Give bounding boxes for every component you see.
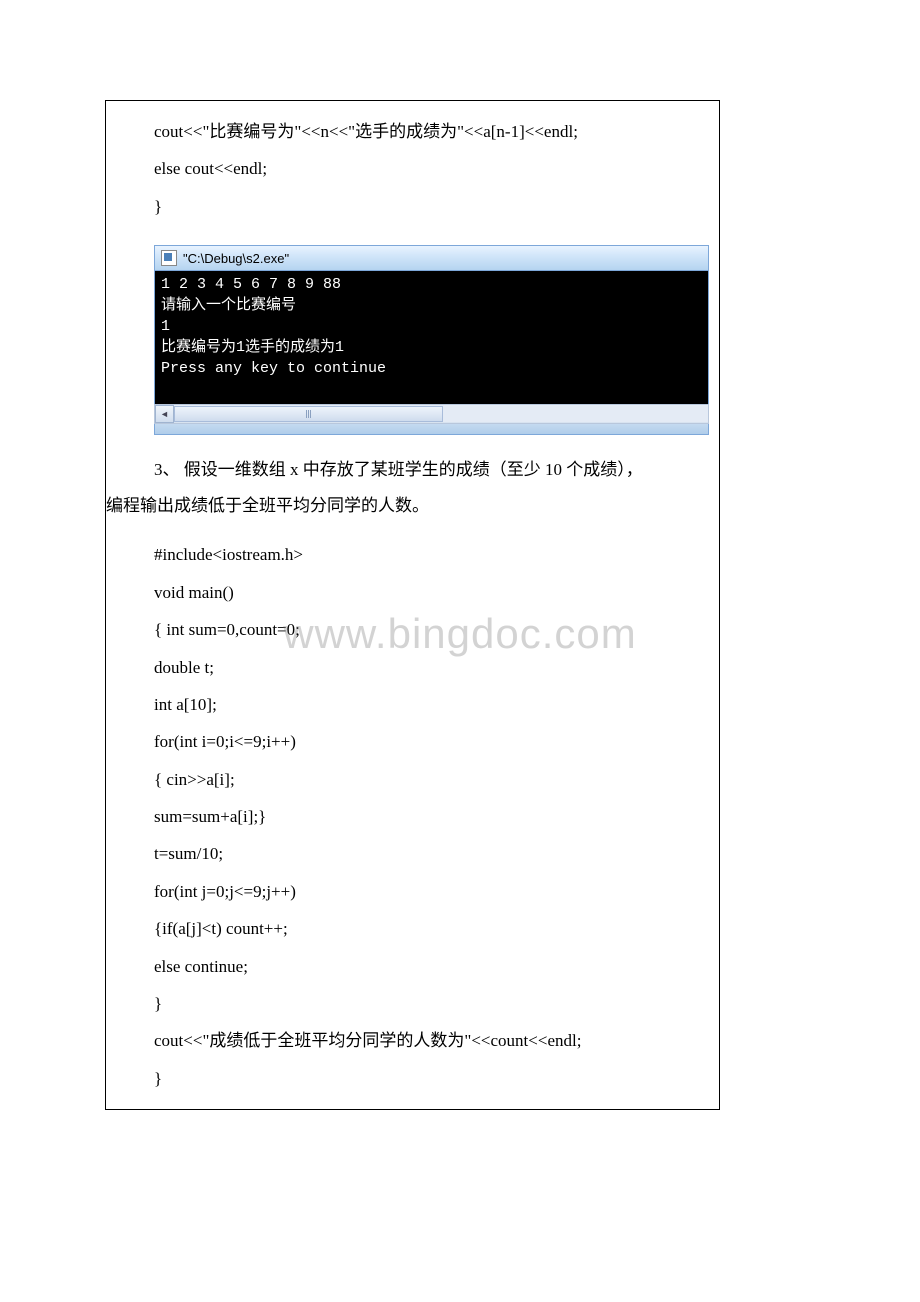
code-line: else cout<<endl; bbox=[154, 150, 699, 187]
console-titlebar[interactable]: "C:\Debug\s2.exe" bbox=[154, 245, 709, 271]
code-line: } bbox=[154, 188, 699, 225]
question-text: 3、 假设一维数组 x 中存放了某班学生的成绩（至少 10 个成绩）， bbox=[106, 445, 719, 491]
scroll-left-button[interactable]: ◄ bbox=[155, 405, 174, 423]
code-block-top: cout<<"比赛编号为"<<n<<"选手的成绩为"<<a[n-1]<<endl… bbox=[106, 101, 719, 235]
scrollbar-grip-icon bbox=[306, 410, 312, 418]
question-text-cont: 编程输出成绩低于全班平均分同学的人数。 bbox=[106, 491, 719, 527]
code-line: sum=sum+a[i];} bbox=[154, 798, 699, 835]
console-window: "C:\Debug\s2.exe" 1 2 3 4 5 6 7 8 9 88 请… bbox=[154, 245, 709, 435]
code-line: cout<<"成绩低于全班平均分同学的人数为"<<count<<endl; bbox=[154, 1022, 699, 1059]
code-block-bottom: #include<iostream.h> void main() { int s… bbox=[106, 526, 719, 1109]
code-line: else continue; bbox=[154, 948, 699, 985]
window-border-bottom bbox=[154, 424, 709, 435]
horizontal-scrollbar[interactable]: ◄ bbox=[154, 404, 709, 424]
code-line: for(int i=0;i<=9;i++) bbox=[154, 723, 699, 760]
code-line: int a[10]; bbox=[154, 686, 699, 723]
code-line: { cin>>a[i]; bbox=[154, 761, 699, 798]
content-box: cout<<"比赛编号为"<<n<<"选手的成绩为"<<a[n-1]<<endl… bbox=[105, 100, 720, 1110]
code-line: } bbox=[154, 1060, 699, 1097]
code-line: t=sum/10; bbox=[154, 835, 699, 872]
code-line: double t; bbox=[154, 649, 699, 686]
console-output: 1 2 3 4 5 6 7 8 9 88 请输入一个比赛编号 1 比赛编号为1选… bbox=[154, 271, 709, 404]
scrollbar-track[interactable] bbox=[174, 406, 708, 422]
code-line: { int sum=0,count=0; bbox=[154, 611, 699, 648]
window-icon bbox=[161, 250, 177, 266]
code-line: for(int j=0;j<=9;j++) bbox=[154, 873, 699, 910]
question-number: 3、 bbox=[154, 460, 180, 479]
code-line: } bbox=[154, 985, 699, 1022]
console-title: "C:\Debug\s2.exe" bbox=[183, 251, 289, 266]
scrollbar-thumb[interactable] bbox=[174, 406, 443, 422]
document-page: cout<<"比赛编号为"<<n<<"选手的成绩为"<<a[n-1]<<endl… bbox=[0, 0, 920, 1302]
code-line: cout<<"比赛编号为"<<n<<"选手的成绩为"<<a[n-1]<<endl… bbox=[154, 113, 699, 150]
code-line: {if(a[j]<t) count++; bbox=[154, 910, 699, 947]
code-line: void main() bbox=[154, 574, 699, 611]
question-line1: 假设一维数组 x 中存放了某班学生的成绩（至少 10 个成绩）， bbox=[184, 460, 643, 479]
code-line: #include<iostream.h> bbox=[154, 536, 699, 573]
